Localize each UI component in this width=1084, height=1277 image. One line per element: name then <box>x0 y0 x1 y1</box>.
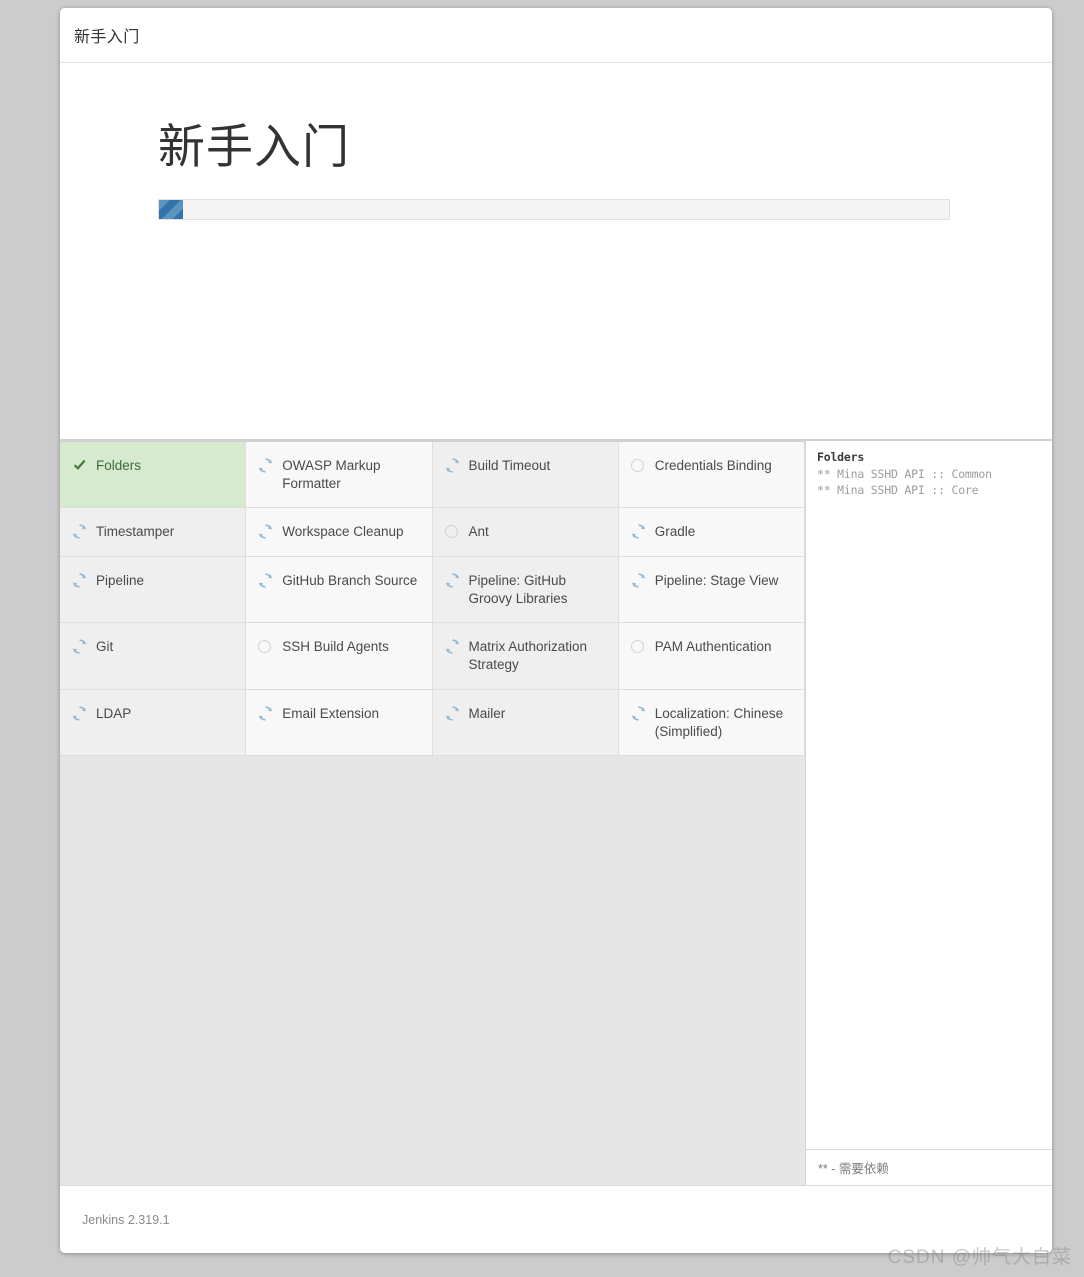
plugin-name: Mailer <box>468 705 506 721</box>
dialog-footer: Jenkins 2.319.1 <box>60 1185 1052 1253</box>
spinner-icon <box>72 705 87 721</box>
spinner-icon <box>258 524 273 540</box>
plugin-cell: Pipeline: Stage View <box>618 556 805 624</box>
spinner-icon <box>445 458 460 473</box>
spinner-icon <box>445 705 460 721</box>
progress-bar-fill <box>159 200 183 220</box>
setup-progress-panel: 新手入门 <box>60 63 1052 441</box>
setup-wizard-dialog: 新手入门 新手入门 Folders OWASP Markup Formatter B… <box>60 8 1052 1253</box>
plugin-cell: Timestamper <box>60 508 247 557</box>
plugin-name: Localization: Chinese (Simplified) <box>654 705 784 739</box>
installation-progress-bar <box>158 199 950 221</box>
plugin-name: Ant <box>468 524 489 540</box>
spinner-icon <box>72 573 87 588</box>
plugin-name: Credentials Binding <box>654 458 772 473</box>
log-line-list: ** Mina SSHD API :: Common ** Mina SSHD A… <box>817 467 1042 498</box>
spinner-icon <box>72 524 87 540</box>
plugin-cell: Credentials Binding <box>618 442 805 509</box>
plugin-name: SSH Build Agents <box>282 639 389 655</box>
plugin-name: Pipeline: Stage View <box>654 572 779 588</box>
plugin-name: OWASP Markup Formatter <box>282 458 381 492</box>
spinner-icon <box>72 639 87 654</box>
plugin-name: Gradle <box>654 524 696 540</box>
spinner-icon <box>631 524 646 540</box>
plugin-cell: OWASP Markup Formatter <box>246 442 433 509</box>
spinner-icon <box>631 573 646 588</box>
pending-circle-icon <box>630 639 646 654</box>
plugin-name: Build Timeout <box>468 458 551 473</box>
plugin-name: Timestamper <box>96 524 175 540</box>
pending-circle-icon <box>444 524 460 539</box>
spinner-icon <box>631 705 646 721</box>
plugin-cell: Gradle <box>618 508 805 557</box>
plugin-name: Email Extension <box>282 705 380 721</box>
plugin-cell: Workspace Cleanup <box>246 508 433 557</box>
spinner-icon <box>258 458 273 473</box>
plugin-name: Folders <box>96 458 142 473</box>
pending-circle-icon <box>258 639 273 654</box>
plugin-cell: Pipeline <box>60 556 247 624</box>
installation-body: Folders OWASP Markup Formatter Build Timeo… <box>60 441 1052 1185</box>
plugin-name: LDAP <box>96 705 132 721</box>
plugin-status-grid: Folders OWASP Markup Formatter Build Timeo… <box>60 441 805 756</box>
log-line: ** Mina SSHD API :: Common <box>817 467 992 482</box>
plugin-name: Matrix Authorization Strategy <box>468 639 588 673</box>
check-icon <box>72 458 87 473</box>
install-log-panel: Folders ** Mina SSHD API :: Common ** Min… <box>806 441 1052 1185</box>
dialog-title: 新手入门 <box>74 29 140 46</box>
plugin-name: PAM Authentication <box>654 639 772 655</box>
plugin-cell: Mailer <box>432 689 619 756</box>
pending-circle-icon <box>630 458 646 473</box>
plugin-name: Pipeline <box>96 572 145 588</box>
log-line: ** Mina SSHD API :: Core <box>817 482 979 497</box>
spinner-icon <box>258 573 273 588</box>
plugin-cell: GitHub Branch Source <box>246 556 433 624</box>
plugin-name: Pipeline: GitHub Groovy Libraries <box>468 572 568 606</box>
plugin-cell: Matrix Authorization Strategy <box>432 623 619 690</box>
spinner-icon <box>258 705 273 721</box>
plugin-cell: Ant <box>432 508 619 557</box>
dependency-legend: ** - 需要依赖 <box>806 1149 1052 1185</box>
plugin-name: Workspace Cleanup <box>282 524 404 540</box>
plugin-cell: Pipeline: GitHub Groovy Libraries <box>432 556 619 624</box>
plugin-cell: PAM Authentication <box>618 623 805 690</box>
plugin-cell: SSH Build Agents <box>246 623 433 690</box>
jenkins-version-label: Jenkins 2.319.1 <box>82 1212 170 1227</box>
plugin-cell: Localization: Chinese (Simplified) <box>618 689 805 756</box>
plugin-cell: Git <box>60 623 247 690</box>
plugin-cell: Folders <box>60 442 247 509</box>
page-title: 新手入门 <box>158 120 350 173</box>
dialog-titlebar: 新手入门 <box>60 8 1052 63</box>
plugin-cell: Build Timeout <box>432 442 619 509</box>
log-current-plugin: Folders <box>817 450 865 464</box>
plugin-cell: LDAP <box>60 689 247 756</box>
plugin-grid-panel: Folders OWASP Markup Formatter Build Timeo… <box>60 441 806 1185</box>
plugin-grid-empty-area <box>60 755 805 1185</box>
plugin-cell: Email Extension <box>246 689 433 756</box>
plugin-name: Git <box>96 639 114 655</box>
install-log-scroll[interactable]: Folders ** Mina SSHD API :: Common ** Min… <box>806 441 1052 1149</box>
spinner-icon <box>445 573 460 588</box>
spinner-icon <box>445 639 460 654</box>
plugin-name: GitHub Branch Source <box>282 572 418 588</box>
